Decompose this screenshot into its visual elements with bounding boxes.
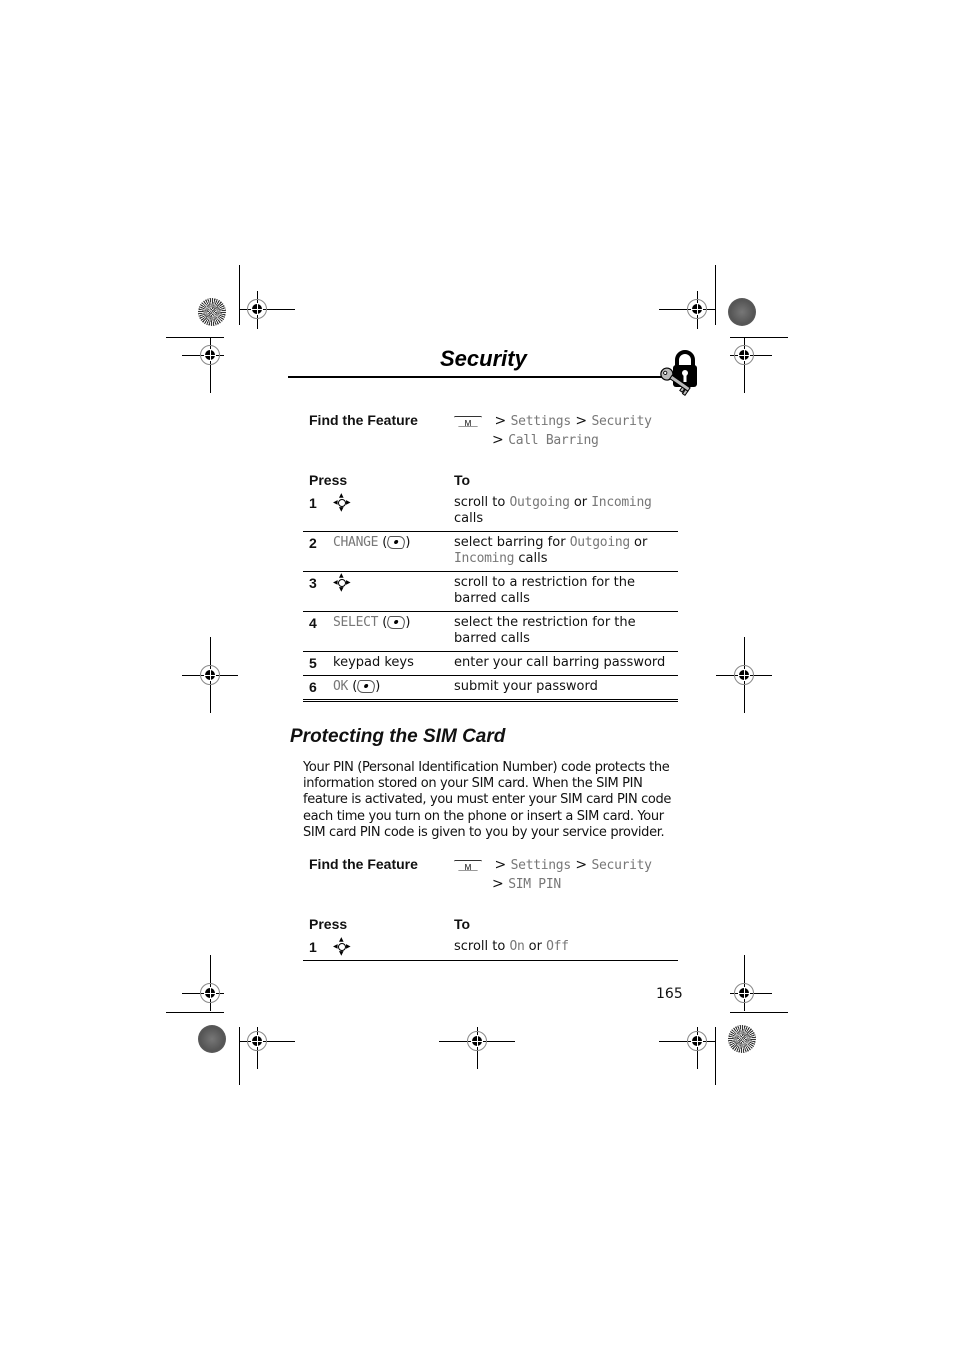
description-text: enter your call barring password: [454, 655, 666, 670]
description-text: scroll to a restriction for the barred c…: [454, 575, 635, 606]
menu-item-settings: Settings: [510, 858, 572, 873]
step-description: scroll to On or Off: [454, 936, 678, 961]
description-text: calls: [514, 551, 548, 566]
description-text: calls: [454, 511, 484, 526]
table-row: 1 ▲ ▼ ◀ ▶ scroll to On or Off: [303, 936, 678, 961]
trim-line: [166, 1012, 224, 1013]
menu-path-line-2: > SIM PIN: [492, 876, 561, 892]
table-row: 5 keypad keys enter your call barring pass…: [303, 651, 678, 676]
find-feature-label: Find the Feature: [309, 412, 418, 428]
trim-line: [239, 265, 240, 325]
nav-key-icon: ▲ ▼ ◀ ▶: [333, 492, 351, 513]
lock-with-key-icon: [660, 350, 697, 396]
step-description: submit your password: [454, 675, 678, 702]
registration-disc-icon: [198, 1025, 226, 1053]
step-press: CHANGE (): [333, 531, 454, 572]
step-press: ▲ ▼ ◀ ▶: [333, 492, 454, 532]
column-header-press: Press: [309, 916, 348, 932]
page-number: 165: [656, 986, 683, 1002]
step-description: select barring for Outgoing or Incoming …: [454, 531, 678, 572]
column-header-to: To: [454, 472, 471, 488]
menu-path-line-1: M > Settings > Security: [454, 856, 652, 875]
description-text: scroll to: [454, 939, 510, 954]
registration-disc-icon: [728, 298, 756, 326]
nav-key-icon: ▲ ▼ ◀ ▶: [333, 936, 351, 957]
description-text: or: [524, 939, 547, 954]
find-feature-label: Find the Feature: [309, 856, 418, 872]
step-description: enter your call barring password: [454, 651, 678, 676]
description-text: submit your password: [454, 679, 598, 694]
sim-pin-steps-table: Press To 1 ▲ ▼ ◀ ▶ scroll to On or Off: [303, 916, 678, 961]
trim-line: [166, 337, 224, 338]
step-number: 5: [303, 651, 333, 676]
menu-item-settings: Settings: [510, 414, 572, 429]
step-press: keypad keys: [333, 651, 454, 676]
menu-option: Incoming: [591, 495, 652, 510]
menu-path-line-1: M > Settings > Security: [454, 412, 652, 431]
menu-key-icon: M: [454, 415, 482, 427]
trim-line: [715, 265, 716, 325]
step-number: 1: [303, 492, 333, 532]
nav-key-icon: ▲ ▼ ◀ ▶: [333, 572, 351, 593]
trim-line: [730, 337, 788, 338]
soft-key-label: CHANGE: [333, 535, 379, 550]
step-number: 2: [303, 531, 333, 572]
menu-item-call-barring: Call Barring: [508, 433, 599, 448]
table-header-row: Press To: [303, 472, 678, 492]
step-press: ▲ ▼ ◀ ▶: [333, 571, 454, 612]
table-row: 6 OK () submit your password: [303, 675, 678, 702]
step-description: scroll to Outgoing or Incoming calls: [454, 492, 678, 532]
table-row: 4 SELECT () select the restriction for the…: [303, 611, 678, 652]
menu-item-security: Security: [591, 414, 653, 429]
step-number: 1: [303, 936, 333, 961]
step-description: scroll to a restriction for the barred c…: [454, 571, 678, 612]
menu-item-sim-pin: SIM PIN: [508, 877, 561, 892]
trim-line: [239, 1027, 240, 1085]
press-text: keypad keys: [333, 655, 414, 670]
description-text: select the restriction for the barred ca…: [454, 615, 636, 646]
sim-paragraph: Your PIN (Personal Identification Number…: [303, 760, 672, 840]
table-row: 2 CHANGE () select barring for Outgoing or…: [303, 531, 678, 572]
menu-option: Outgoing: [509, 495, 570, 510]
table-header-row: Press To: [303, 916, 678, 936]
menu-item-security: Security: [591, 858, 653, 873]
page-title: Security: [440, 346, 527, 371]
trim-line: [715, 1027, 716, 1085]
step-number: 3: [303, 571, 333, 612]
menu-path-line-2: > Call Barring: [492, 432, 599, 448]
call-barring-steps-table: Press To 1 ▲ ▼ ◀ ▶ scroll to Outgoing or Inco…: [303, 472, 678, 702]
menu-option: Off: [546, 939, 569, 954]
menu-option: Incoming: [454, 551, 515, 566]
step-description: select the restriction for the barred ca…: [454, 611, 678, 652]
soft-key-label: OK: [333, 679, 349, 694]
menu-key-icon: M: [454, 859, 482, 871]
step-press: ▲ ▼ ◀ ▶: [333, 936, 454, 961]
trim-line: [730, 1012, 788, 1013]
step-press: SELECT (): [333, 611, 454, 652]
column-header-press: Press: [309, 472, 348, 488]
title-rule: [288, 376, 666, 378]
menu-option: On: [509, 939, 525, 954]
step-press: OK (): [333, 675, 454, 702]
soft-key-icon: [385, 616, 408, 629]
registration-disc-icon: [728, 1025, 756, 1053]
table-row: 1 ▲ ▼ ◀ ▶ scroll to Outgoing or Incoming call…: [303, 492, 678, 532]
description-text: select barring for: [454, 535, 570, 550]
step-number: 6: [303, 675, 333, 702]
menu-path: M > Settings > Security > SIM PIN: [454, 856, 652, 894]
column-header-to: To: [454, 916, 471, 932]
description-text: scroll to: [454, 495, 510, 510]
soft-key-icon: [355, 680, 378, 693]
step-number: 4: [303, 611, 333, 652]
menu-option: Outgoing: [569, 535, 631, 550]
soft-key-icon: [385, 536, 408, 549]
soft-key-label: SELECT: [333, 615, 379, 630]
table-row: 3 ▲ ▼ ◀ ▶ scroll to a restriction for the bar…: [303, 571, 678, 612]
registration-disc-icon: [198, 298, 226, 326]
menu-path: M > Settings > Security > Call Barring: [454, 412, 652, 450]
description-text: or: [629, 535, 648, 550]
description-text: or: [569, 495, 592, 510]
section-title: Protecting the SIM Card: [290, 726, 506, 747]
